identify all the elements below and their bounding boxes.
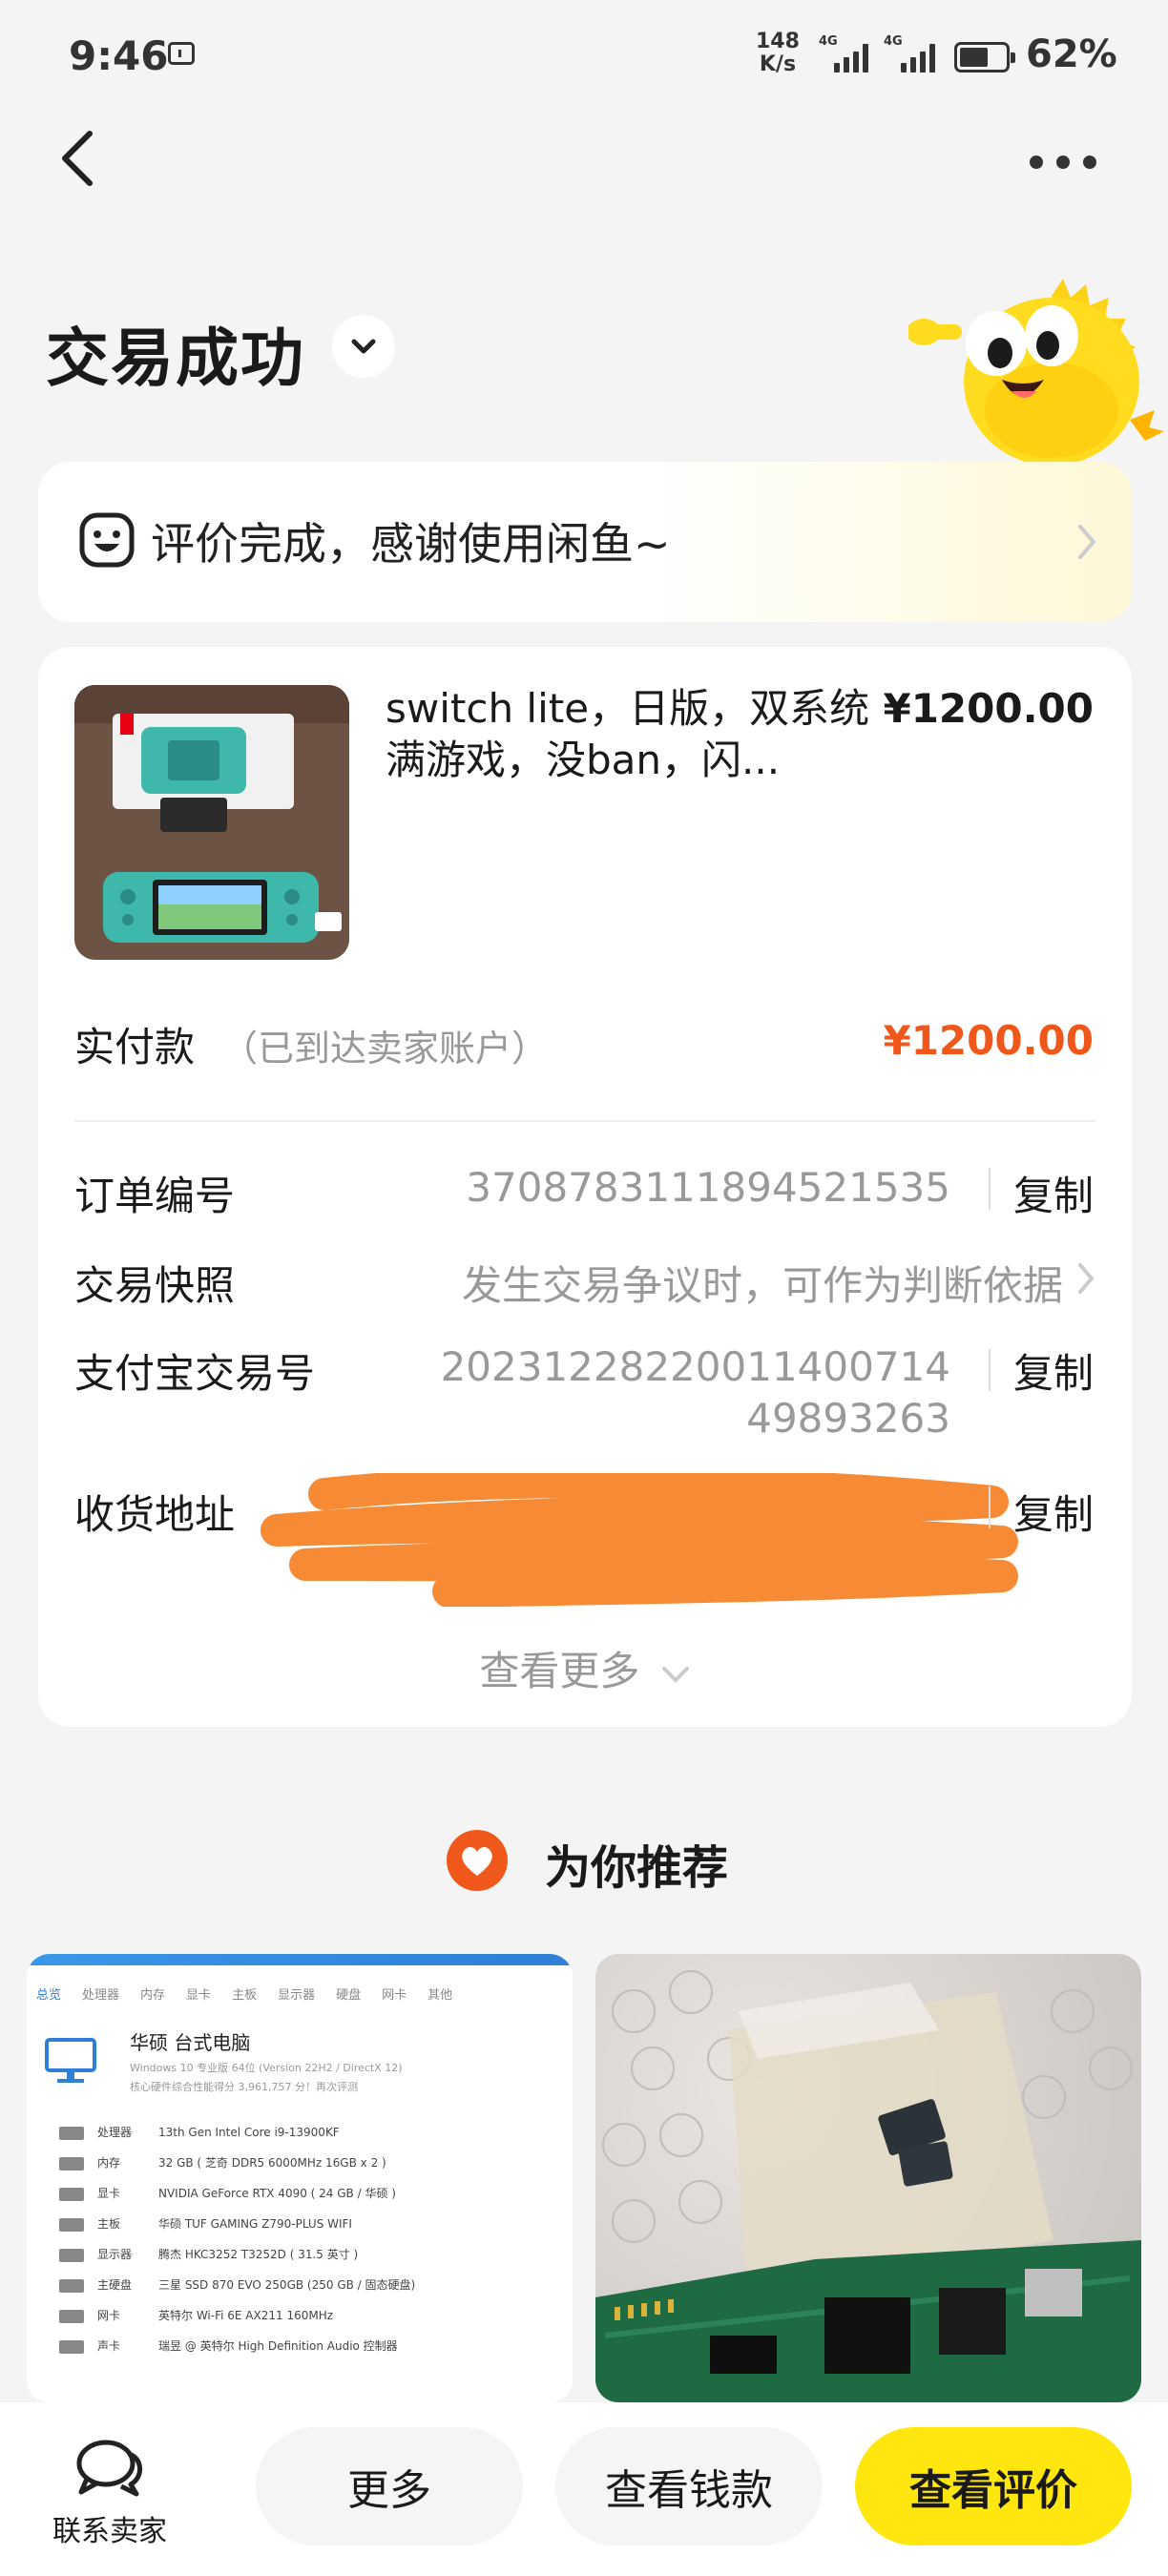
spec-list: 处理器 13th Gen Intel Core i9-13900KF 内存 32 G… [27, 2108, 573, 2361]
view-funds-button[interactable]: 查看钱款 [555, 2427, 823, 2545]
trade-snapshot-label: 交易快照 [74, 1262, 236, 1309]
battery-icon [954, 42, 1015, 73]
copy-alipay-number-button[interactable]: 复制 [1013, 1341, 1094, 1400]
circuit-board-photo [595, 1970, 1141, 2402]
paid-amount-note: （已到达卖家账户） [221, 1028, 549, 1070]
page-title: 交易成功 [46, 322, 305, 395]
recommend-item-card[interactable]: 总览 处理器 内存 显卡 主板 显示器 硬盘 网卡 其他 华硕 台式电脑 Win… [27, 1954, 573, 2402]
spec-row: 内存 32 GB ( 芝奇 DDR5 6000MHz 16GB x 2 ) [59, 2148, 573, 2178]
copy-order-number-button[interactable]: 复制 [1013, 1164, 1094, 1222]
fish-mascot-icon [907, 277, 1168, 467]
spec-tab: 网卡 [382, 1988, 407, 2003]
chevron-down-icon [351, 339, 376, 354]
order-card: switch lite，日版，双系统满游戏，没ban，闪... ¥1200.00… [38, 647, 1132, 1727]
pc-subtitle: Windows 10 专业版 64位 (Version 22H2 / Direc… [130, 2062, 403, 2074]
chevron-right-icon [1076, 523, 1097, 561]
product-image[interactable] [74, 685, 349, 960]
spec-row: 主硬盘 三星 SSD 870 EVO 250GB (250 GB / 固态硬盘) [59, 2270, 573, 2300]
monitor-icon [45, 2038, 96, 2083]
spec-tab: 硬盘 [336, 1988, 362, 2003]
more-button[interactable]: 更多 [256, 2427, 523, 2545]
back-icon[interactable] [57, 128, 103, 189]
product-price: ¥1200.00 [883, 685, 1094, 732]
spec-tab: 处理器 [82, 1988, 120, 2003]
view-more-label: 查看更多 [479, 1648, 640, 1694]
signal-type-1: 4G [819, 34, 838, 49]
network-speed: 148 K/s [756, 31, 800, 76]
bottom-action-bar: 联系卖家 更多 查看钱款 查看评价 [0, 2402, 1168, 2576]
divider [74, 1120, 1095, 1122]
trade-snapshot-value[interactable]: 发生交易争议时，可作为判断依据 [462, 1254, 1063, 1312]
signal-type-2: 4G [884, 34, 903, 49]
signal-icon-2: 4G [884, 34, 947, 73]
status-time: 9:46 [69, 32, 169, 79]
alipay-trade-number-label: 支付宝交易号 [74, 1350, 316, 1397]
smile-face-icon [78, 511, 136, 569]
more-options-icon[interactable] [1027, 151, 1099, 174]
copy-separator [989, 1349, 991, 1391]
order-number-value: 3708783111894521535 [466, 1164, 950, 1211]
spec-tab: 显示器 [278, 1988, 316, 2003]
copy-separator [989, 1168, 991, 1210]
view-more-button[interactable]: 查看更多 [38, 1639, 1132, 1697]
alipay-trade-number-value: 20231228220011400714 49893263 [441, 1341, 950, 1444]
recommend-item-card[interactable] [595, 1954, 1141, 2402]
alipay-trade-number-line-1: 20231228220011400714 [440, 1343, 950, 1390]
battery-percent: 62% [1026, 32, 1117, 76]
review-complete-text: 评价完成，感谢使用闲鱼~ [151, 518, 671, 570]
chat-bubble-icon [76, 2440, 142, 2497]
recommend-heading-text: 为你推荐 [544, 1841, 728, 1895]
shipping-address-label: 收货地址 [74, 1491, 236, 1538]
spec-tab: 显卡 [186, 1988, 212, 2003]
spec-tab: 其他 [428, 1988, 453, 2003]
signal-icon-1: 4G [819, 34, 876, 73]
pc-summary: 华硕 台式电脑 Windows 10 专业版 64位 (Version 22H2… [27, 2022, 573, 2108]
recommend-heading: 为你推荐 [0, 1830, 1168, 1897]
pc-title: 华硕 台式电脑 [130, 2031, 251, 2054]
review-complete-banner[interactable]: 评价完成，感谢使用闲鱼~ [38, 462, 1132, 622]
title-dropdown-button[interactable] [332, 315, 395, 378]
spec-row: 主板 华硕 TUF GAMING Z790-PLUS WIFI [59, 2209, 573, 2239]
spec-row: 显示器 腾杰 HKC3252 T3252D ( 31.5 英寸 ) [59, 2239, 573, 2270]
pc-score: 核心硬件综合性能得分 3,961,757 分！再次评测 [130, 2081, 358, 2093]
product-title[interactable]: switch lite，日版，双系统满游戏，没ban，闪... [386, 683, 882, 786]
paid-amount-value: ¥1200.00 [883, 1017, 1094, 1064]
tv-icon [168, 42, 195, 65]
copy-address-button[interactable]: 复制 [1013, 1483, 1094, 1541]
spec-tab: 总览 [36, 1988, 62, 2003]
chevron-down-icon [661, 1666, 689, 1683]
view-review-button[interactable]: 查看评价 [855, 2427, 1132, 2545]
spec-row: 网卡 英特尔 Wi-Fi 6E AX211 160MHz [59, 2300, 573, 2331]
copy-separator [989, 1486, 991, 1528]
spec-tab: 内存 [140, 1988, 166, 2003]
contact-seller-button[interactable]: 联系卖家 [38, 2439, 181, 2549]
paid-amount-label: 实付款 [74, 1024, 196, 1070]
spec-tabs: 总览 处理器 内存 显卡 主板 显示器 硬盘 网卡 其他 [27, 1965, 573, 2012]
alipay-trade-number-line-2: 49893263 [746, 1395, 950, 1442]
spec-row: 显卡 NVIDIA GeForce RTX 4090 ( 24 GB / 华硕 ) [59, 2178, 573, 2209]
spec-tab: 主板 [232, 1988, 258, 2003]
spec-row: 声卡 瑞昱 @ 英特尔 High Definition Audio 控制器 [59, 2331, 573, 2361]
order-number-label: 订单编号 [74, 1173, 236, 1219]
chevron-right-icon[interactable] [1076, 1261, 1095, 1296]
address-redaction-scribble [258, 1465, 1021, 1608]
network-speed-value: 148 [756, 30, 800, 53]
network-speed-unit: K/s [759, 52, 797, 76]
contact-seller-label: 联系卖家 [52, 2515, 167, 2548]
spec-row: 处理器 13th Gen Intel Core i9-13900KF [59, 2117, 573, 2148]
